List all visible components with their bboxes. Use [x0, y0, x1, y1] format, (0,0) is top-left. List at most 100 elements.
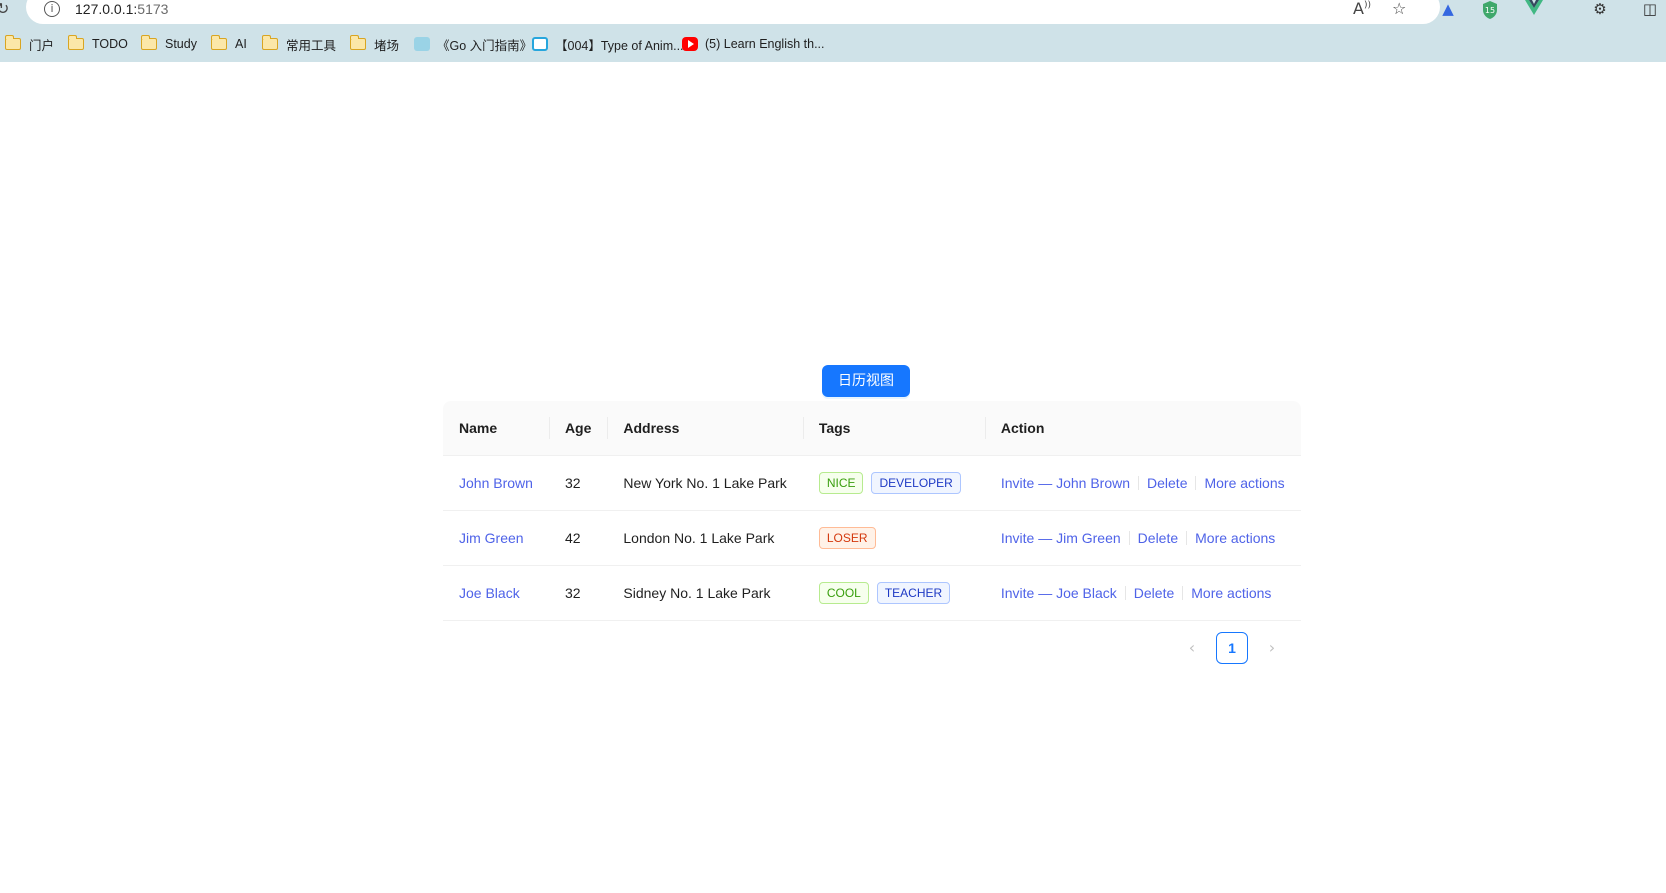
tag-badge: LOSER	[818, 526, 876, 549]
column-separator	[548, 416, 550, 439]
bookmark-label: 【004】Type of Anim...	[555, 38, 684, 53]
url-text[interactable]: 127.0.0.1:5173	[75, 1, 168, 17]
column-separator	[607, 416, 609, 439]
table-row: Jim Green 42 London No. 1 Lake Park LOSE…	[443, 510, 1301, 566]
delete-link[interactable]: Delete	[1134, 585, 1174, 601]
row-age: 32	[548, 565, 608, 621]
column-header-name[interactable]: Name	[443, 401, 549, 456]
shield-extension-icon[interactable]: 15	[1480, 0, 1500, 20]
bookmark-label: AI	[235, 37, 247, 51]
table-row: Joe Black 32 Sidney No. 1 Lake Park COOL…	[443, 565, 1301, 621]
read-aloud-icon[interactable]: A))	[1353, 0, 1371, 18]
bookmark-label: 堵场	[374, 38, 400, 53]
row-age: 32	[548, 455, 608, 511]
tag-badge: DEVELOPER	[871, 471, 961, 494]
reload-icon[interactable]: ↻	[0, 0, 9, 20]
bookmark-folder[interactable]: Study	[140, 33, 197, 55]
split-screen-icon[interactable]: ◫	[1640, 0, 1660, 20]
row-address: New York No. 1 Lake Park	[607, 455, 803, 511]
bookmark-label: (5) Learn English th...	[705, 37, 825, 51]
column-header-action[interactable]: Action	[984, 401, 1301, 456]
extension-badge-count: 15	[1485, 6, 1495, 15]
calendar-view-button[interactable]: 日历视图	[822, 365, 910, 397]
column-header-tags[interactable]: Tags	[802, 401, 985, 456]
column-separator	[802, 416, 804, 439]
folder-icon	[140, 35, 157, 50]
action-divider	[1124, 585, 1126, 600]
bookmark-label: TODO	[92, 37, 128, 51]
more-actions-link[interactable]: More actions	[1195, 530, 1275, 546]
address-row: ↻ i 127.0.0.1:5173 A)) ☆ ▲ 15 ⚙ ◫	[0, 0, 1666, 26]
column-header-label: Age	[564, 419, 592, 436]
action-divider	[1186, 530, 1188, 545]
bookmark-folder[interactable]: TODO	[67, 33, 128, 55]
column-header-address[interactable]: Address	[607, 401, 803, 456]
page-favicon	[414, 37, 430, 51]
chevron-left-icon[interactable]: ‹	[1176, 632, 1208, 664]
address-bar[interactable]: i 127.0.0.1:5173 A)) ☆	[26, 0, 1440, 24]
action-divider	[1182, 585, 1184, 600]
row-age: 42	[548, 510, 608, 566]
column-header-label: Tags	[818, 419, 851, 436]
tag-badge: COOL	[818, 581, 869, 604]
bookmark-label: Study	[165, 37, 197, 51]
row-address: Sidney No. 1 Lake Park	[607, 565, 803, 621]
bookmark-label: 常用工具	[286, 38, 337, 53]
bilibili-icon	[532, 37, 548, 51]
bookmark-folder[interactable]: 门户	[4, 33, 55, 55]
invite-link[interactable]: Invite — John Brown	[1001, 475, 1130, 491]
favorite-star-icon[interactable]: ☆	[1392, 0, 1406, 18]
pagination: ‹ 1 ›	[1176, 632, 1288, 664]
row-actions: Invite — John Brown Delete More actions	[984, 455, 1301, 511]
bookmark-link[interactable]: 《Go 入门指南》	[414, 33, 532, 55]
row-name-link[interactable]: John Brown	[443, 455, 549, 511]
invite-link[interactable]: Invite — Joe Black	[1001, 585, 1117, 601]
action-divider	[1128, 530, 1130, 545]
invite-link[interactable]: Invite — Jim Green	[1001, 530, 1121, 546]
action-divider	[1138, 475, 1140, 490]
site-info-icon[interactable]: i	[44, 1, 60, 17]
bookmark-folder[interactable]: 堵场	[349, 33, 400, 55]
youtube-icon	[682, 37, 698, 51]
tag-badge: NICE	[818, 471, 864, 494]
url-host: 127.0.0.1:	[75, 1, 138, 17]
table-row: John Brown 32 New York No. 1 Lake Park N…	[443, 455, 1301, 511]
folder-icon	[349, 35, 366, 50]
more-actions-link[interactable]: More actions	[1204, 475, 1284, 491]
row-address: London No. 1 Lake Park	[607, 510, 803, 566]
folder-icon	[67, 35, 84, 50]
bookmark-label: 《Go 入门指南》	[437, 38, 533, 53]
column-header-age[interactable]: Age	[548, 401, 608, 456]
column-header-label: Action	[1000, 419, 1045, 436]
row-tags: COOL TEACHER	[802, 565, 985, 621]
bookmark-folder[interactable]: 常用工具	[261, 33, 337, 55]
extension-triangle-icon[interactable]: ▲	[1438, 0, 1458, 20]
table-header-row: Name Age Address Tags Action	[443, 401, 1301, 456]
extensions-puzzle-icon[interactable]: ⚙	[1590, 0, 1610, 20]
column-separator	[984, 416, 986, 439]
bookmark-link[interactable]: 【004】Type of Anim...	[532, 33, 684, 55]
delete-link[interactable]: Delete	[1138, 530, 1178, 546]
bookmark-folder[interactable]: AI	[210, 33, 247, 55]
more-actions-link[interactable]: More actions	[1191, 585, 1271, 601]
row-actions: Invite — Jim Green Delete More actions	[984, 510, 1301, 566]
bookmark-link[interactable]: (5) Learn English th...	[682, 33, 825, 55]
folder-icon	[210, 35, 227, 50]
vue-devtools-icon[interactable]	[1524, 0, 1544, 20]
row-name-link[interactable]: Jim Green	[443, 510, 549, 566]
action-divider	[1195, 475, 1197, 490]
bookmark-label: 门户	[29, 38, 55, 53]
folder-icon	[261, 35, 278, 50]
url-port: 5173	[137, 1, 169, 17]
tag-badge: TEACHER	[876, 581, 951, 604]
chevron-right-icon[interactable]: ›	[1256, 632, 1288, 664]
row-name-link[interactable]: Joe Black	[443, 565, 549, 621]
folder-icon	[4, 35, 21, 50]
users-table: Name Age Address Tags Action John Brown …	[443, 401, 1301, 621]
row-actions: Invite — Joe Black Delete More actions	[984, 565, 1301, 621]
page-number-current[interactable]: 1	[1216, 632, 1248, 664]
row-tags: NICE DEVELOPER	[802, 455, 985, 511]
delete-link[interactable]: Delete	[1147, 475, 1187, 491]
row-tags: LOSER	[802, 510, 985, 566]
column-header-label: Address	[623, 419, 680, 436]
